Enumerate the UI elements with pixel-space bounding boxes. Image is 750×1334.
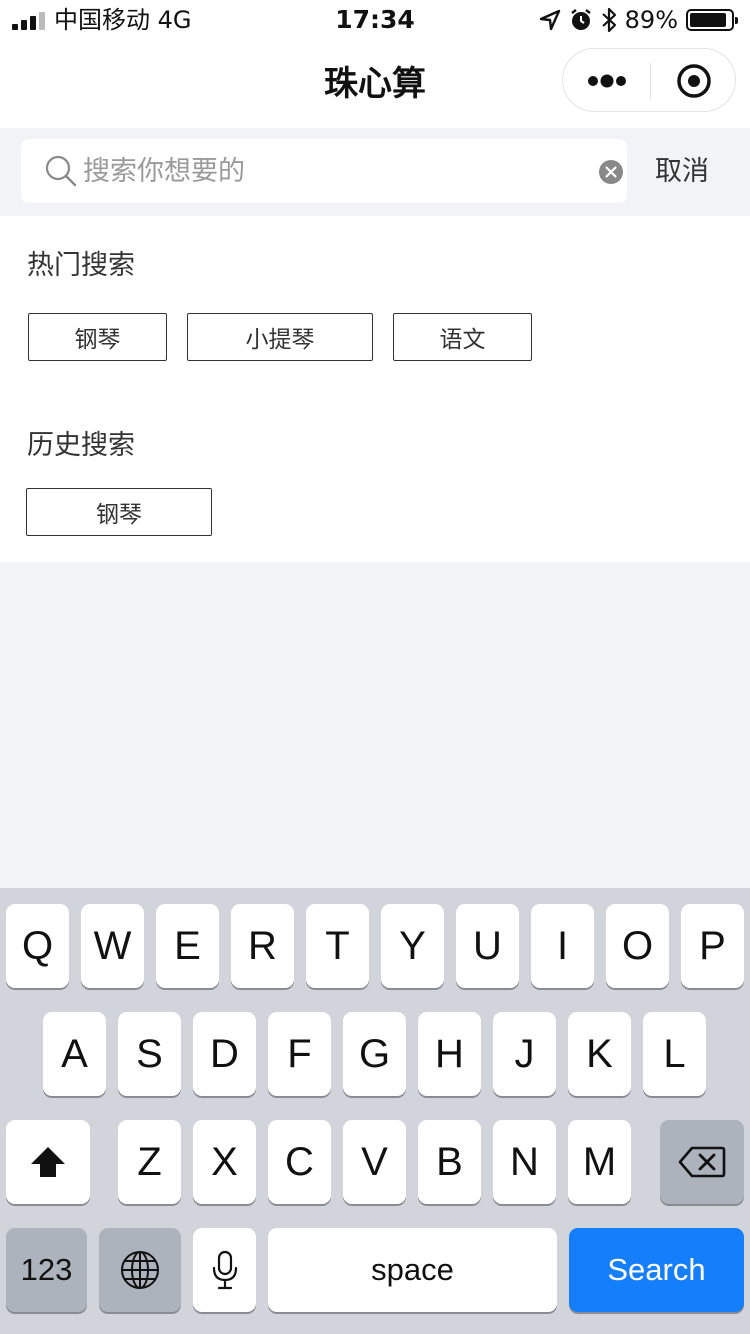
key-n[interactable]: N (493, 1120, 556, 1204)
microphone-icon (212, 1250, 237, 1290)
close-button[interactable] (651, 49, 737, 113)
key-q[interactable]: Q (6, 904, 69, 988)
search-area: 取消 (0, 128, 750, 216)
space-key[interactable]: space (268, 1228, 557, 1312)
key-l[interactable]: L (643, 1012, 706, 1096)
key-c[interactable]: C (268, 1120, 331, 1204)
hot-search-tag[interactable]: 语文 (393, 313, 532, 361)
key-o[interactable]: O (606, 904, 669, 988)
key-a[interactable]: A (43, 1012, 106, 1096)
key-h[interactable]: H (418, 1012, 481, 1096)
clear-input-icon[interactable] (599, 160, 623, 184)
status-bar: 中国移动 4G 17:34 89% (0, 0, 750, 40)
search-box[interactable] (21, 139, 627, 203)
search-suggestions: 热门搜索 钢琴 小提琴 语文 历史搜索 钢琴 (0, 216, 750, 562)
backspace-key[interactable] (660, 1120, 744, 1204)
hot-search-tag[interactable]: 钢琴 (28, 313, 167, 361)
close-target-icon (677, 64, 711, 98)
history-search-tag[interactable]: 钢琴 (26, 488, 212, 536)
key-j[interactable]: J (493, 1012, 556, 1096)
history-search-title: 历史搜索 (27, 430, 135, 461)
key-f[interactable]: F (268, 1012, 331, 1096)
key-e[interactable]: E (156, 904, 219, 988)
bluetooth-icon (601, 7, 616, 33)
key-r[interactable]: R (231, 904, 294, 988)
battery-fill (690, 13, 726, 27)
location-icon (539, 9, 560, 31)
nav-bar: 珠心算 (0, 40, 750, 128)
cancel-button[interactable]: 取消 (655, 152, 709, 192)
globe-key[interactable] (99, 1228, 181, 1312)
key-k[interactable]: K (568, 1012, 631, 1096)
key-b[interactable]: B (418, 1120, 481, 1204)
key-s[interactable]: S (118, 1012, 181, 1096)
key-u[interactable]: U (456, 904, 519, 988)
backspace-icon (678, 1146, 726, 1178)
battery-icon (686, 9, 738, 31)
key-w[interactable]: W (81, 904, 144, 988)
key-d[interactable]: D (193, 1012, 256, 1096)
shift-key[interactable] (6, 1120, 90, 1204)
key-y[interactable]: Y (381, 904, 444, 988)
key-i[interactable]: I (531, 904, 594, 988)
search-icon (45, 155, 77, 187)
more-button[interactable] (563, 49, 650, 113)
keyboard: Q W E R T Y U I O P A S D F G H J K L Z … (0, 888, 750, 1334)
key-z[interactable]: Z (118, 1120, 181, 1204)
globe-icon (121, 1251, 159, 1289)
key-x[interactable]: X (193, 1120, 256, 1204)
search-key[interactable]: Search (569, 1228, 744, 1312)
alarm-icon (570, 9, 591, 30)
numbers-key[interactable]: 123 (6, 1228, 87, 1312)
microphone-key[interactable] (193, 1228, 256, 1312)
mini-program-capsule (562, 48, 736, 112)
key-p[interactable]: P (681, 904, 744, 988)
more-icon (587, 74, 626, 88)
hot-search-tag[interactable]: 小提琴 (187, 313, 373, 361)
key-m[interactable]: M (568, 1120, 631, 1204)
search-input[interactable] (83, 147, 573, 195)
key-v[interactable]: V (343, 1120, 406, 1204)
shift-icon (31, 1147, 65, 1177)
status-right: 89% (539, 6, 738, 34)
battery-percent: 89% (624, 6, 678, 34)
key-t[interactable]: T (306, 904, 369, 988)
hot-search-title: 热门搜索 (27, 250, 135, 281)
key-g[interactable]: G (343, 1012, 406, 1096)
